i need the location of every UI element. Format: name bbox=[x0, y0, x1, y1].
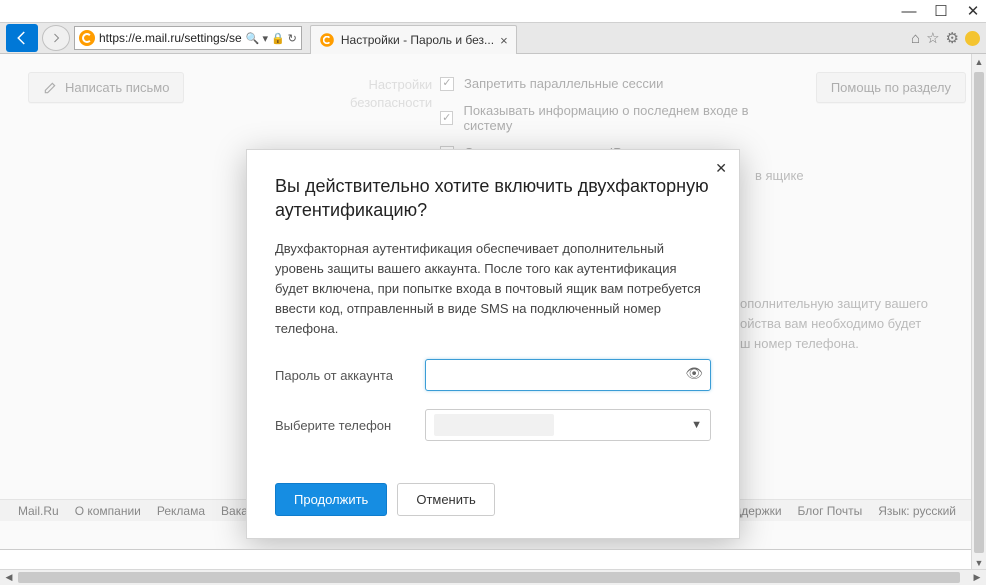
scroll-up-icon[interactable]: ▲ bbox=[972, 54, 986, 70]
window-titlebar: — ☐ ✕ bbox=[0, 0, 986, 22]
scroll-thumb[interactable] bbox=[18, 572, 960, 583]
modal-title: Вы действительно хотите включить двухфак… bbox=[275, 174, 711, 223]
vertical-scrollbar[interactable]: ▲ ▼ bbox=[971, 54, 986, 571]
tab-title: Настройки - Пароль и без... bbox=[341, 33, 494, 47]
lock-icon[interactable]: 🔒 bbox=[271, 32, 285, 45]
footer-link[interactable]: Блог Почты bbox=[798, 504, 863, 518]
section-help-button[interactable]: Помощь по разделу bbox=[816, 72, 966, 103]
chevron-down-icon: ▼ bbox=[691, 419, 702, 431]
toolbar-right-icons: ⌂ ☆ ⚙ bbox=[911, 29, 980, 47]
browser-toolbar: https://e.mail.ru/settings/se 🔍▾ 🔒 ↻ Нас… bbox=[0, 22, 986, 54]
home-icon[interactable]: ⌂ bbox=[911, 30, 920, 47]
search-icon[interactable]: 🔍 bbox=[246, 32, 260, 45]
tab-favicon bbox=[320, 33, 334, 47]
site-icon bbox=[79, 30, 95, 46]
phone-row: Выберите телефон ▼ bbox=[275, 409, 711, 441]
checkbox-icon[interactable]: ✓ bbox=[440, 111, 453, 125]
footer-link[interactable]: О компании bbox=[75, 504, 141, 518]
modal-close-button[interactable]: ✕ bbox=[715, 160, 727, 177]
modal-body: Двухфакторная аутентификация обеспечивае… bbox=[275, 239, 711, 340]
mailbox-text-fragment: в ящике bbox=[755, 168, 804, 183]
footer-link[interactable]: Реклама bbox=[157, 504, 205, 518]
checkbox-icon[interactable]: ✓ bbox=[440, 77, 454, 91]
minimize-button[interactable]: — bbox=[902, 4, 916, 18]
check-last-login[interactable]: ✓ Показывать информацию о последнем вход… bbox=[440, 103, 786, 133]
footer-link[interactable]: Язык: русский bbox=[878, 504, 956, 518]
scroll-thumb[interactable] bbox=[974, 72, 984, 553]
horizontal-scrollbar[interactable]: ◀ ▶ bbox=[0, 569, 986, 585]
compose-button[interactable]: Написать письмо bbox=[28, 72, 184, 103]
address-controls: 🔍▾ 🔒 ↻ bbox=[246, 32, 297, 45]
tab-close-button[interactable]: × bbox=[500, 33, 508, 48]
phone-select[interactable]: ▼ bbox=[425, 409, 711, 441]
password-label: Пароль от аккаунта bbox=[275, 368, 425, 383]
scroll-left-icon[interactable]: ◀ bbox=[0, 570, 18, 585]
cancel-button[interactable]: Отменить bbox=[397, 483, 494, 516]
maximize-button[interactable]: ☐ bbox=[934, 4, 948, 18]
edit-icon bbox=[43, 81, 57, 95]
nav-forward-button[interactable] bbox=[42, 25, 70, 51]
tab-active[interactable]: Настройки - Пароль и без... × bbox=[310, 25, 517, 54]
tab-bar: Настройки - Пароль и без... × bbox=[310, 22, 907, 54]
twofa-modal: ✕ Вы действительно хотите включить двухф… bbox=[246, 149, 740, 539]
phone-label: Выберите телефон bbox=[275, 418, 425, 433]
settings-icon[interactable]: ⚙ bbox=[946, 29, 959, 47]
refresh-icon[interactable]: ↻ bbox=[288, 32, 297, 45]
footer-link[interactable]: Mail.Ru bbox=[18, 504, 59, 518]
nav-back-button[interactable] bbox=[6, 24, 38, 52]
settings-sidebar-label: Настройки безопасности bbox=[350, 76, 432, 112]
close-window-button[interactable]: ✕ bbox=[966, 4, 980, 18]
smiley-icon[interactable] bbox=[965, 31, 980, 46]
page-content: Написать письмо Помощь по разделу Настро… bbox=[0, 54, 986, 550]
phone-masked-value bbox=[434, 414, 554, 436]
scroll-right-icon[interactable]: ▶ bbox=[968, 570, 986, 585]
twofa-info-fragment: ополнительную защиту вашего ойства вам н… bbox=[740, 294, 956, 354]
check-parallel-sessions[interactable]: ✓ Запретить параллельные сессии bbox=[440, 76, 786, 91]
password-input[interactable] bbox=[425, 359, 711, 391]
url-text: https://e.mail.ru/settings/se bbox=[99, 31, 242, 45]
reveal-password-icon[interactable]: 👁 bbox=[685, 365, 703, 382]
address-bar[interactable]: https://e.mail.ru/settings/se 🔍▾ 🔒 ↻ bbox=[74, 26, 302, 50]
compose-label: Написать письмо bbox=[65, 80, 169, 95]
password-row: Пароль от аккаунта 👁 bbox=[275, 359, 711, 391]
help-label: Помощь по разделу bbox=[831, 80, 951, 95]
favorites-icon[interactable]: ☆ bbox=[926, 29, 939, 47]
modal-actions: Продолжить Отменить bbox=[275, 483, 711, 516]
continue-button[interactable]: Продолжить bbox=[275, 483, 387, 516]
